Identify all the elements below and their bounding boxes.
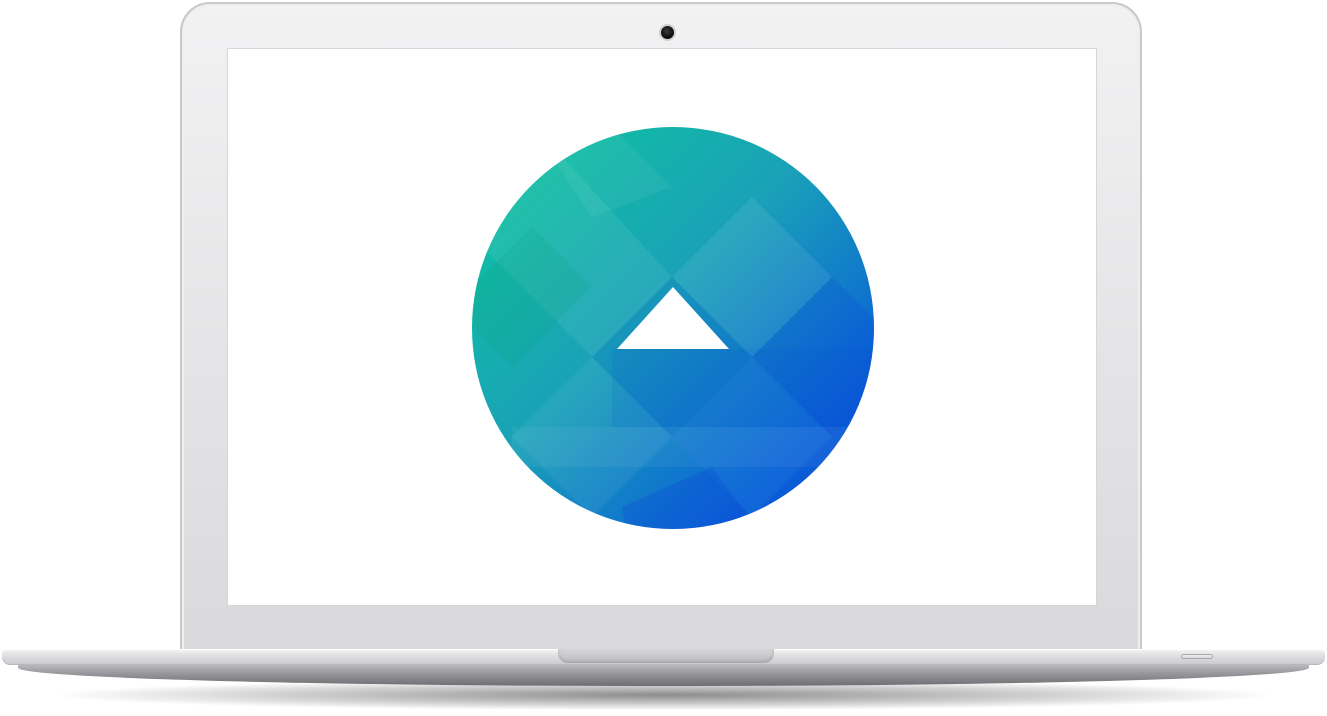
laptop-screen bbox=[228, 49, 1096, 605]
webcam-icon bbox=[661, 26, 674, 39]
laptop-base-bottom bbox=[18, 664, 1309, 686]
laptop-mockup bbox=[0, 0, 1327, 716]
lid-opening-notch bbox=[558, 649, 774, 663]
brand-logo-icon bbox=[472, 127, 874, 529]
power-indicator-icon bbox=[1181, 654, 1213, 659]
